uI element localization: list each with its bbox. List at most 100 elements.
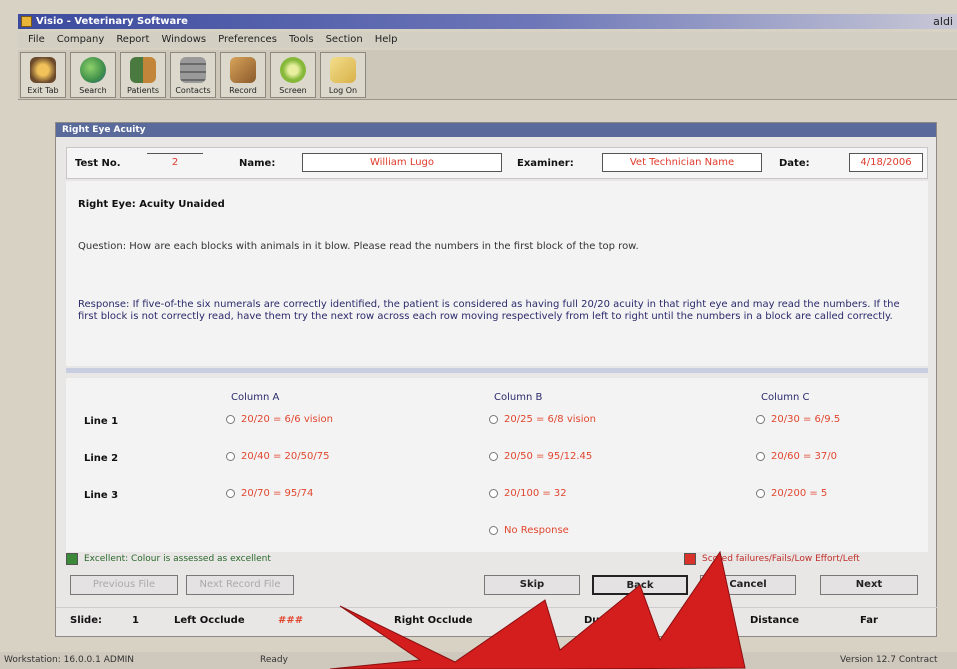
option-line2-a[interactable]: 20/40 = 20/50/75 (226, 451, 329, 462)
test-no-field[interactable]: 2 (147, 153, 203, 172)
option-line2-b[interactable]: 20/50 = 95/12.45 (489, 451, 592, 462)
option-line3-c[interactable]: 20/200 = 5 (756, 488, 827, 499)
key-icon (330, 57, 356, 83)
toolbar-label: Search (79, 86, 107, 95)
legend-swatch-green (66, 553, 78, 565)
radio-button[interactable] (756, 415, 765, 424)
left-occlude-label: Left Occlude (174, 615, 245, 626)
toolbar-label: Log On (328, 86, 358, 95)
menu-item-file[interactable]: File (28, 32, 45, 48)
people-icon (130, 57, 156, 83)
next-button[interactable]: Next (820, 575, 918, 595)
section-title: Right Eye: Acuity Unaided (78, 199, 225, 210)
legend-bad: Scored failures/Fails/Low Effort/Left (684, 553, 860, 565)
acuity-dialog: Right Eye Acuity Test No. 2 Name: Willia… (55, 122, 938, 637)
menu-item-section[interactable]: Section (326, 32, 363, 48)
section-divider (66, 368, 928, 373)
radio-button[interactable] (226, 489, 235, 498)
menu-item-windows[interactable]: Windows (161, 32, 206, 48)
duration-label: Duration (584, 615, 634, 626)
toolbar-search-button[interactable]: Search (70, 52, 116, 98)
toolbar-exit-button[interactable]: Exit Tab (20, 52, 66, 98)
examiner-label: Examiner: (517, 158, 574, 169)
toolbar-screen-button[interactable]: Screen (270, 52, 316, 98)
exit-icon (30, 57, 56, 83)
test-no-label: Test No. (75, 158, 121, 169)
distance-label: Distance (750, 615, 800, 626)
next-record-file-button[interactable]: Next Record File (186, 575, 294, 595)
status-version: Version 12.7 Contract (840, 655, 938, 665)
option-no-response[interactable]: No Response (489, 525, 569, 536)
previous-file-button[interactable]: Previous File (70, 575, 178, 595)
right-occlude-label: Right Occlude (394, 615, 473, 626)
skip-button[interactable]: Skip (484, 575, 580, 595)
radio-button[interactable] (489, 415, 498, 424)
toolbar-patients-button[interactable]: Patients (120, 52, 166, 98)
slide-value: 1 (132, 615, 139, 626)
menu-item-help[interactable]: Help (375, 32, 398, 48)
dialog-title: Right Eye Acuity (56, 123, 936, 137)
name-label: Name: (239, 158, 276, 169)
option-line3-b[interactable]: 20/100 = 32 (489, 488, 567, 499)
menu-item-preferences[interactable]: Preferences (218, 32, 277, 48)
toolbar-label: Screen (279, 86, 307, 95)
window-corner-text: aldi (933, 15, 953, 28)
radio-button[interactable] (756, 489, 765, 498)
radio-button[interactable] (489, 452, 498, 461)
app-icon (21, 16, 32, 27)
toolbar: Exit Tab Search Patients Contacts Record… (18, 50, 957, 100)
slide-label: Slide: (70, 615, 102, 626)
window-title: Visio - Veterinary Software (36, 16, 188, 27)
menu-bar: File Company Report Windows Preferences … (18, 32, 957, 48)
column-c-header: Column C (761, 392, 810, 403)
menu-item-tools[interactable]: Tools (289, 32, 314, 48)
response-text: Response: If five-of-the six numerals ar… (78, 299, 900, 322)
back-button[interactable]: Back (592, 575, 688, 595)
examiner-field[interactable]: Vet Technician Name (602, 153, 762, 172)
column-b-header: Column B (494, 392, 543, 403)
option-line2-c[interactable]: 20/60 = 37/0 (756, 451, 837, 462)
option-line3-a[interactable]: 20/70 = 95/74 (226, 488, 313, 499)
test-status-row: Slide: 1 Left Occlude ### Right Occlude … (56, 607, 938, 631)
cancel-button[interactable]: Cancel (700, 575, 796, 595)
option-line1-a[interactable]: 20/20 = 6/6 vision (226, 414, 333, 425)
cabinet-icon (180, 57, 206, 83)
name-field[interactable]: William Lugo (302, 153, 502, 172)
toolbar-label: Exit Tab (27, 86, 59, 95)
gear-icon (280, 57, 306, 83)
radio-button[interactable] (489, 489, 498, 498)
menu-item-company[interactable]: Company (57, 32, 105, 48)
line-2-label: Line 2 (84, 453, 119, 464)
date-field[interactable]: 4/18/2006 (849, 153, 923, 172)
menu-item-report[interactable]: Report (116, 32, 149, 48)
distance-value: Far (860, 615, 878, 626)
toolbar-label: Patients (126, 86, 160, 95)
date-label: Date: (779, 158, 810, 169)
toolbar-label: Record (229, 86, 257, 95)
option-line1-c[interactable]: 20/30 = 6/9.5 (756, 414, 840, 425)
radio-button[interactable] (756, 452, 765, 461)
acuity-grid: Column A Column B Column C Line 1 Line 2… (66, 378, 928, 552)
status-ready: Ready (260, 655, 288, 665)
button-bar: Previous File Next Record File Skip Back… (56, 575, 938, 597)
toolbar-record-button[interactable]: Record (220, 52, 266, 98)
column-a-header: Column A (231, 392, 280, 403)
question-text: Question: How are each blocks with anima… (78, 241, 639, 252)
app-status-bar: Workstation: 16.0.0.1 ADMIN Ready Versio… (0, 652, 957, 669)
left-occlude-value: ### (278, 615, 304, 626)
toolbar-contacts-button[interactable]: Contacts (170, 52, 216, 98)
radio-button[interactable] (226, 452, 235, 461)
option-line1-b[interactable]: 20/25 = 6/8 vision (489, 414, 596, 425)
patient-header: Test No. 2 Name: William Lugo Examiner: … (66, 147, 928, 179)
line-1-label: Line 1 (84, 416, 119, 427)
window-titlebar: Visio - Veterinary Software aldi (18, 14, 957, 29)
legend-good: Excellent: Colour is assessed as excelle… (66, 553, 271, 565)
globe-icon (80, 57, 106, 83)
status-workstation: Workstation: 16.0.0.1 ADMIN (4, 655, 134, 665)
toolbar-logon-button[interactable]: Log On (320, 52, 366, 98)
toolbar-label: Contacts (175, 86, 211, 95)
radio-button[interactable] (226, 415, 235, 424)
radio-button[interactable] (489, 526, 498, 535)
line-3-label: Line 3 (84, 490, 119, 501)
instructions-panel: Right Eye: Acuity Unaided Question: How … (66, 181, 928, 366)
